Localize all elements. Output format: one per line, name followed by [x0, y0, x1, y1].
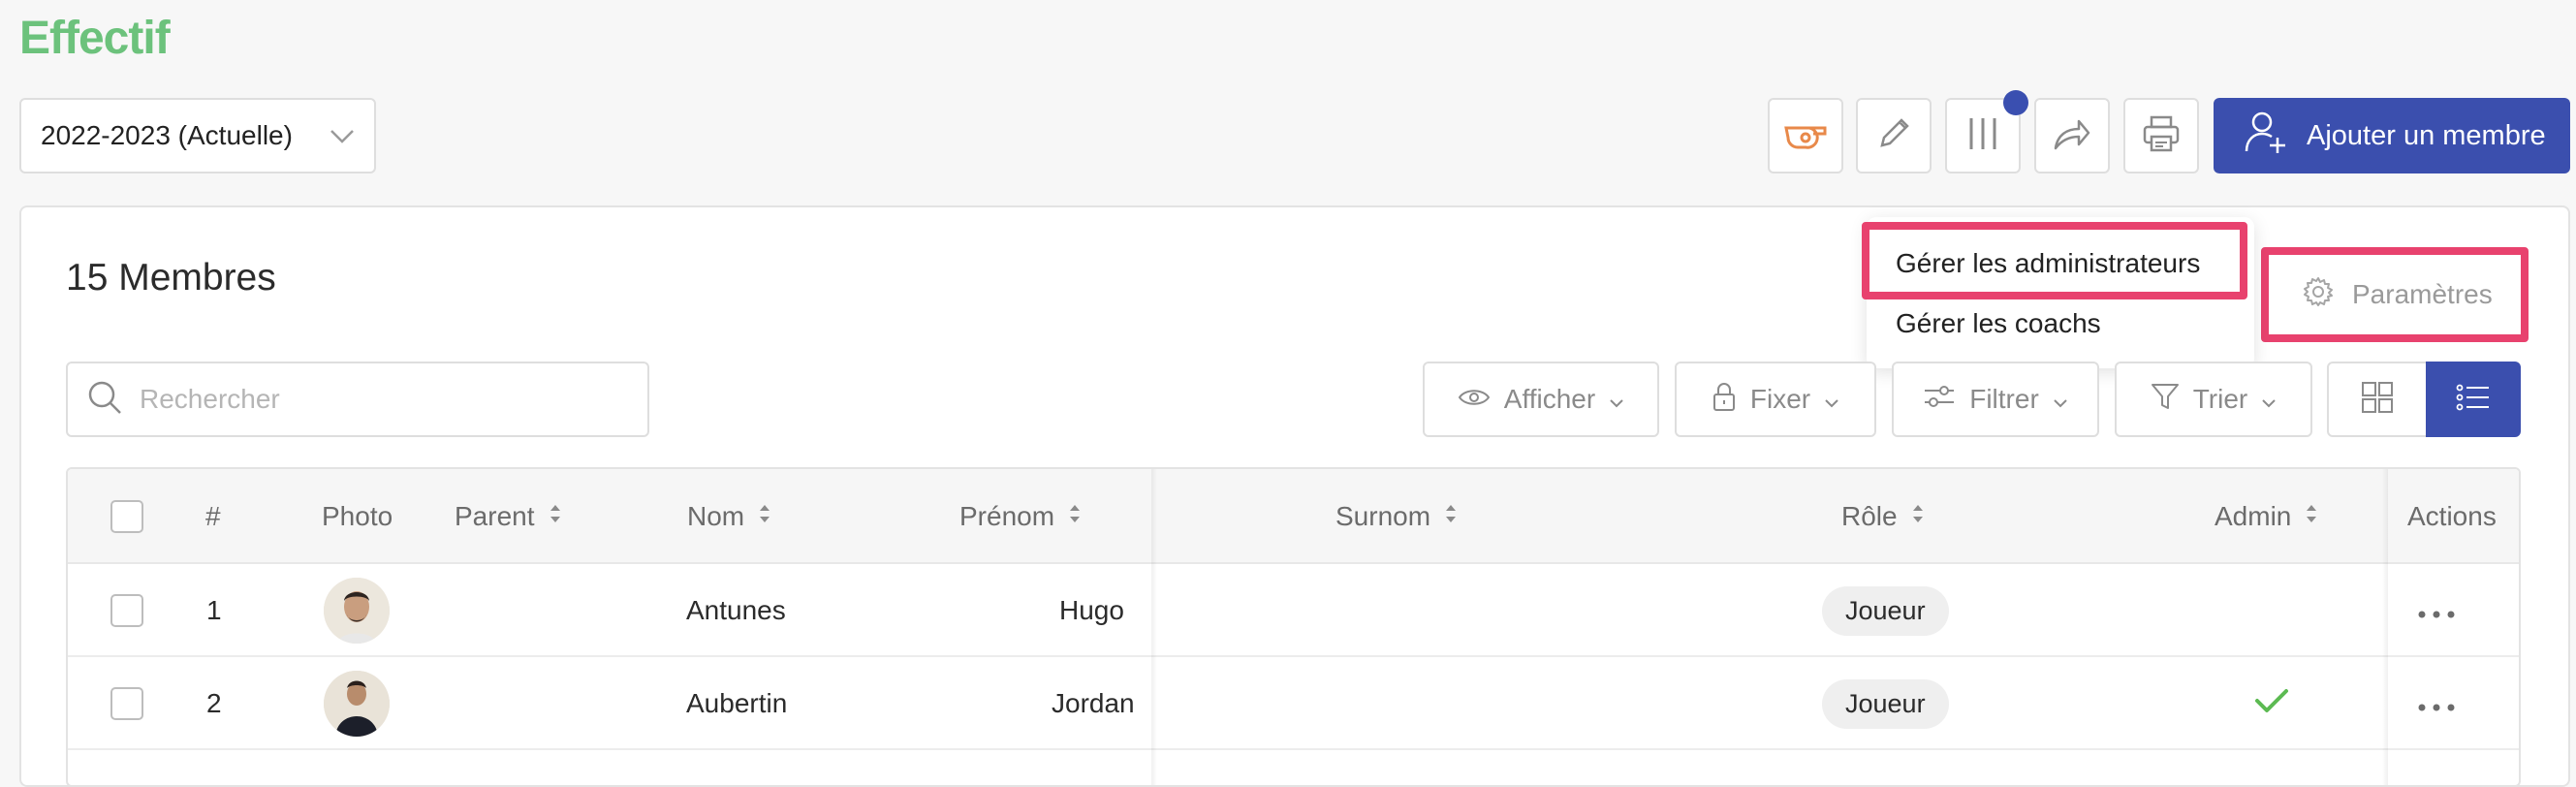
avatar	[324, 578, 390, 644]
last-name: Aubertin	[686, 688, 788, 718]
columns-icon	[1965, 114, 2000, 158]
sort-icon	[1068, 501, 1082, 532]
eye-icon	[1458, 384, 1491, 415]
sort-icon	[549, 501, 562, 532]
col-photo: Photo	[322, 501, 393, 531]
sort-button[interactable]: Trier	[2115, 362, 2312, 437]
manage-coaches-item[interactable]: Gérer les coachs	[1896, 308, 2101, 339]
whistle-icon	[1782, 114, 1829, 158]
table-row[interactable]: 2 Aubertin Jordan Joueur	[68, 657, 2519, 750]
row-number: 1	[206, 595, 222, 625]
role-badge: Joueur	[1822, 678, 1949, 729]
add-member-label: Ajouter un membre	[2307, 119, 2546, 151]
col-parent[interactable]: Parent	[455, 469, 562, 564]
col-actions: Actions	[2407, 501, 2497, 531]
select-all-cell[interactable]	[110, 469, 143, 564]
role-cell: Joueur	[1822, 564, 1949, 657]
col-role-label: Rôle	[1841, 501, 1898, 531]
row-actions-button[interactable]	[2417, 657, 2456, 750]
show-button[interactable]: Afficher	[1423, 362, 1659, 437]
chevron-down-icon	[1824, 384, 1839, 415]
lock-icon	[1712, 381, 1737, 419]
whistle-button[interactable]	[1768, 98, 1843, 173]
col-admin[interactable]: Admin	[2215, 469, 2318, 564]
grid-icon	[2361, 381, 2394, 419]
filter-button[interactable]: Filtrer	[1892, 362, 2099, 437]
add-user-icon	[2243, 109, 2289, 163]
select-all-checkbox[interactable]	[110, 500, 143, 533]
row-checkbox[interactable]	[110, 687, 143, 720]
col-number: #	[205, 501, 221, 531]
search-input[interactable]	[140, 384, 605, 415]
sort-icon	[758, 501, 771, 532]
printer-icon	[2141, 113, 2182, 159]
show-label: Afficher	[1503, 384, 1596, 414]
row-checkbox-cell[interactable]	[110, 657, 143, 750]
first-name: Jordan	[1052, 688, 1135, 718]
season-select[interactable]: 2022-2023 (Actuelle)	[19, 98, 376, 173]
chevron-down-icon	[2261, 384, 2277, 415]
search-icon	[85, 378, 124, 422]
photo-cell	[324, 657, 390, 750]
col-surnom[interactable]: Surnom	[1335, 469, 1458, 564]
members-count: 15 Membres	[66, 257, 276, 299]
page-title: Effectif	[19, 13, 171, 64]
chevron-down-icon	[2053, 384, 2068, 415]
pencil-icon	[1874, 114, 1913, 158]
chevron-down-icon	[1609, 384, 1624, 415]
pin-label: Fixer	[1749, 384, 1811, 414]
role-cell: Joueur	[1822, 657, 1949, 750]
actions-column-shadow	[2382, 469, 2388, 785]
notification-dot	[2003, 90, 2028, 115]
col-nom[interactable]: Nom	[687, 469, 771, 564]
last-name: Antunes	[686, 595, 786, 625]
sort-icon	[1911, 501, 1925, 532]
more-icon	[2417, 595, 2456, 626]
share-button[interactable]	[2034, 98, 2110, 173]
share-icon	[2052, 115, 2092, 157]
role-badge: Joueur	[1822, 585, 1949, 636]
admins-highlight	[1862, 222, 2247, 299]
check-icon	[2254, 687, 2289, 721]
season-value: 2022-2023 (Actuelle)	[41, 120, 293, 150]
list-icon	[2456, 383, 2491, 417]
sort-label: Trier	[2192, 384, 2248, 414]
row-actions-button[interactable]	[2417, 564, 2456, 657]
col-prenom-label: Prénom	[959, 501, 1055, 531]
table-header: # Photo Parent Nom Prénom Surnom Rôle Ad…	[68, 469, 2519, 564]
col-admin-label: Admin	[2215, 501, 2292, 531]
sliders-icon	[1923, 383, 1956, 417]
row-checkbox-cell[interactable]	[110, 564, 143, 657]
frozen-columns-shadow	[1151, 469, 1157, 785]
col-parent-label: Parent	[455, 501, 535, 531]
admin-cell	[2254, 657, 2289, 750]
print-button[interactable]	[2123, 98, 2199, 173]
list-view-button[interactable]	[2426, 362, 2521, 437]
col-role[interactable]: Rôle	[1841, 469, 1925, 564]
funnel-icon	[2151, 382, 2180, 418]
add-member-button[interactable]: Ajouter un membre	[2214, 98, 2570, 173]
members-table: # Photo Parent Nom Prénom Surnom Rôle Ad…	[66, 467, 2521, 787]
search-box[interactable]	[66, 362, 649, 437]
sort-icon	[1444, 501, 1458, 532]
sort-icon	[2305, 501, 2318, 532]
pin-button[interactable]: Fixer	[1675, 362, 1876, 437]
edit-button[interactable]	[1856, 98, 1932, 173]
row-number: 2	[206, 688, 222, 718]
settings-highlight	[2261, 247, 2529, 342]
row-checkbox[interactable]	[110, 594, 143, 627]
col-nom-label: Nom	[687, 501, 745, 531]
grid-view-button[interactable]	[2327, 362, 2428, 437]
table-row[interactable]: 1 Antunes Hugo Joueur	[68, 564, 2519, 657]
first-name: Hugo	[1059, 595, 1124, 625]
col-surnom-label: Surnom	[1335, 501, 1431, 531]
chevron-down-icon	[330, 120, 355, 151]
more-icon	[2417, 688, 2456, 719]
col-prenom[interactable]: Prénom	[959, 469, 1082, 564]
photo-cell	[324, 564, 390, 657]
avatar	[324, 671, 390, 737]
filter-label: Filtrer	[1969, 384, 2039, 414]
